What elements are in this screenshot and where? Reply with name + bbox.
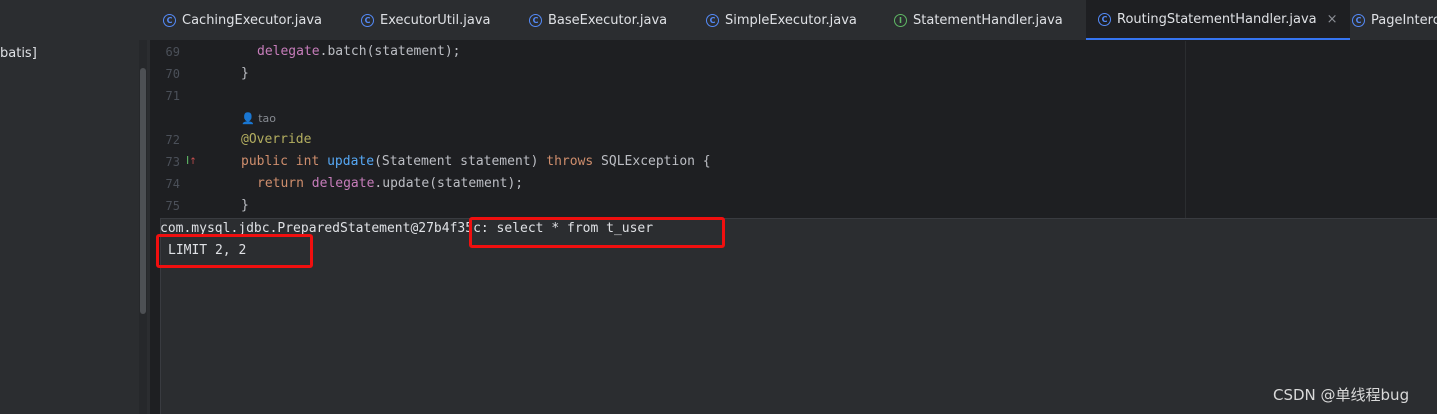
line-number: 71 — [165, 89, 180, 103]
watermark: CSDN @单线程bug — [1273, 386, 1410, 404]
line-number: 74 — [165, 177, 180, 191]
arrow-up-icon: ↑ — [189, 157, 197, 167]
class-icon: C — [163, 13, 176, 27]
line-number: 69 — [165, 45, 180, 59]
line-number: 73 — [165, 155, 180, 169]
console-output[interactable] — [160, 218, 1437, 414]
code-keyword: public — [241, 154, 288, 169]
class-icon: C — [361, 13, 374, 27]
highlight-box-select — [469, 217, 725, 248]
author-name: tao — [258, 112, 276, 125]
code-field: delegate — [311, 176, 375, 191]
class-icon: C — [1098, 12, 1111, 26]
tab-label: BaseExecutor.java — [548, 12, 668, 28]
user-icon: 👤 — [241, 112, 255, 125]
tab-label: ExecutorUtil.java — [380, 12, 491, 28]
project-tree-label[interactable]: batis] — [0, 46, 37, 61]
implements-gutter-icon[interactable]: I↑ — [186, 154, 197, 167]
tab-page-interceptor[interactable]: C PageInterc — [1352, 0, 1437, 40]
tab-statement-handler[interactable]: I StatementHandler.java — [894, 0, 1063, 40]
code-line-69: delegate.batch(statement); — [257, 44, 461, 59]
tab-label: StatementHandler.java — [913, 12, 1063, 28]
code-editor[interactable] — [224, 41, 1437, 218]
tab-executor-util[interactable]: C ExecutorUtil.java — [361, 0, 491, 40]
tab-routing-statement-handler[interactable]: C RoutingStatementHandler.java × — [1086, 0, 1350, 40]
code-keyword: return — [257, 176, 304, 191]
tab-label: PageInterc — [1371, 12, 1437, 28]
line-number: 72 — [165, 133, 180, 147]
tab-caching-executor[interactable]: C CachingExecutor.java — [163, 0, 322, 40]
code-line-75: } — [241, 198, 249, 213]
class-icon: C — [529, 13, 542, 27]
code-line-74: return delegate.update(statement); — [257, 176, 523, 191]
author-hint[interactable]: 👤 tao — [241, 112, 276, 125]
editor-tab-bar: C CachingExecutor.java C ExecutorUtil.ja… — [150, 0, 1437, 41]
project-panel: batis] — [0, 0, 150, 414]
code-text: (Statement statement) — [374, 154, 547, 169]
code-line-70: } — [241, 66, 249, 81]
code-text: .update(statement); — [374, 176, 524, 191]
tab-simple-executor[interactable]: C SimpleExecutor.java — [706, 0, 857, 40]
interface-icon: I — [894, 13, 907, 27]
code-text: SQLException { — [593, 154, 711, 169]
code-text: .batch(statement); — [319, 44, 461, 59]
class-icon: C — [706, 13, 719, 27]
highlight-box-limit — [156, 234, 313, 268]
code-keyword: throws — [546, 154, 594, 169]
project-scrollbar-thumb[interactable] — [140, 68, 146, 314]
code-keyword: int — [295, 154, 320, 169]
code-method: update — [327, 154, 375, 169]
code-line-73: public int update(Statement statement) t… — [241, 154, 711, 169]
line-number: 75 — [165, 199, 180, 213]
code-line-72: @Override — [241, 132, 312, 147]
line-number: 70 — [165, 67, 180, 81]
tab-label: SimpleExecutor.java — [725, 12, 857, 28]
code-field: delegate — [257, 44, 320, 59]
tab-label: RoutingStatementHandler.java — [1117, 11, 1317, 27]
class-icon: C — [1352, 13, 1365, 27]
right-margin-guide — [1185, 41, 1186, 218]
tab-base-executor[interactable]: C BaseExecutor.java — [529, 0, 667, 40]
close-icon[interactable]: × — [1327, 12, 1338, 27]
tab-label: CachingExecutor.java — [182, 12, 322, 28]
